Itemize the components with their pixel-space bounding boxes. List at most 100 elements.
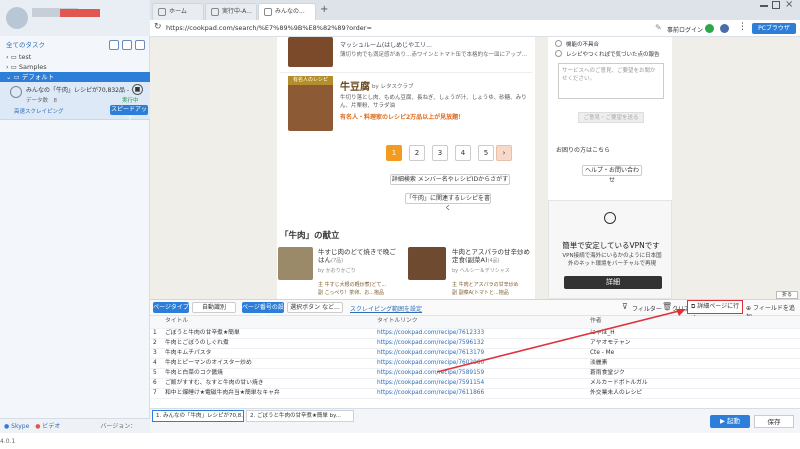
table-row[interactable]: 4 牛肉とピーマンのオイスター炒め https://cookpad.com/reci… — [150, 358, 800, 369]
row-title[interactable]: 牛肉とごぼうのしぐれ煮 — [162, 338, 374, 349]
col-author[interactable]: 作者 — [587, 316, 800, 329]
recipe-title[interactable]: 牛豆腐 — [340, 78, 370, 93]
page-1[interactable]: 1 — [386, 145, 402, 161]
send-feedback-button[interactable]: ご意見・ご要望を送る — [578, 112, 644, 123]
row-link[interactable]: https://cookpad.com/recipe/7596132 — [374, 338, 587, 349]
row-author[interactable]: 外交業未人のレシピ — [587, 388, 800, 399]
task-title[interactable]: みんなの「牛肉」レシピが70,832品 - クッ... — [26, 85, 132, 94]
filter-icon[interactable]: ⊽ — [622, 302, 628, 311]
row-title[interactable]: 牛肉と白菜のコク醤焼 — [162, 368, 374, 379]
row-index[interactable]: 6 — [150, 378, 162, 389]
page-4[interactable]: 4 — [455, 145, 471, 161]
folder-test[interactable]: › ▭ test — [0, 52, 150, 62]
row-link[interactable]: https://cookpad.com/recipe/7602060 — [374, 358, 587, 369]
tab-current[interactable]: みんなの... — [258, 3, 316, 20]
tab-home[interactable]: ホーム — [152, 3, 204, 20]
row-index[interactable]: 5 — [150, 368, 162, 379]
collapse-button[interactable]: 折る — [776, 291, 798, 299]
row-title[interactable]: 牛肉とピーマンのオイスター炒め — [162, 358, 374, 369]
row-link[interactable]: https://cookpad.com/recipe/7613179 — [374, 348, 587, 359]
import-icon[interactable] — [135, 40, 145, 50]
account-plan-badge[interactable] — [60, 9, 100, 17]
row-author[interactable]: 蒼雨食堂ジク — [587, 368, 800, 379]
extension-icon[interactable] — [705, 24, 714, 33]
close-icon[interactable]: × — [785, 0, 793, 10]
new-folder-icon[interactable] — [122, 40, 132, 50]
row-author[interactable]: にゃほ_H — [587, 328, 800, 339]
row-author[interactable]: アヤオモテャン — [587, 338, 800, 349]
page-3[interactable]: 3 — [432, 145, 448, 161]
col-link[interactable]: タイトルリンク — [374, 316, 587, 329]
prelogin-button[interactable]: 事前ログイン — [667, 25, 703, 34]
kondate-item[interactable]: 主 牛肉とアスパラの甘辛炒め — [452, 281, 536, 288]
write-recipe-button[interactable]: 「牛肉」に関連するレシピを書く — [405, 193, 491, 212]
kondate-title[interactable]: 牛肉とアスパラの甘辛炒め定食(副菜A)(4品) — [452, 248, 534, 265]
row-link[interactable]: https://cookpad.com/recipe/7589159 — [374, 368, 587, 379]
row-title[interactable]: 牛肉キムチパスタ — [162, 348, 374, 359]
row-index[interactable]: 2 — [150, 338, 162, 349]
skype-link[interactable]: Skype — [11, 423, 29, 430]
settings-icon[interactable] — [720, 24, 729, 33]
video-link[interactable]: ビデオ — [42, 423, 60, 430]
row-link[interactable]: https://cookpad.com/recipe/7612333 — [374, 328, 587, 339]
page-5[interactable]: 5 — [478, 145, 494, 161]
paging-select[interactable]: 選択ボタン など... — [287, 302, 343, 313]
pc-browser-button[interactable]: PCブラウザ — [752, 23, 796, 34]
speedup-button[interactable]: スピードアップ — [110, 105, 148, 123]
stop-icon[interactable]: ■ — [132, 84, 143, 95]
kondate-author[interactable]: by ヘルシー＆デリシャス — [452, 267, 510, 274]
table-row[interactable]: 7 和中と爆睡け★電磁牛肉弁当★簡単なキャ弁 https://cookpad.com… — [150, 388, 800, 399]
page-type-select[interactable]: 自動識別 — [192, 302, 236, 313]
reload-icon[interactable]: ↻ — [154, 22, 162, 32]
folder-default[interactable]: ⌄ ▭ デフォルト — [0, 72, 150, 82]
table-row[interactable]: 6 ご飯がすすむ、なすと牛肉の甘い焼き https://cookpad.com/re… — [150, 378, 800, 389]
table-row[interactable]: 2 牛肉とごぼうのしぐれ煮 https://cookpad.com/recipe/7… — [150, 338, 800, 349]
video-icon[interactable]: ● — [35, 423, 40, 430]
minimize-icon[interactable] — [760, 5, 768, 7]
next-page-arrow[interactable]: › — [496, 145, 512, 161]
filter-button[interactable]: フィルター — [632, 304, 662, 313]
row-index[interactable]: 7 — [150, 388, 162, 399]
row-author[interactable]: 淡麗素 — [587, 358, 800, 369]
url-input[interactable]: https://cookpad.com/search/%E7%89%9B%E8%… — [166, 22, 656, 35]
detail-search-button[interactable]: 詳細検索 メンバー名やレシピIDからさがす — [390, 174, 510, 185]
step-tab-1[interactable]: 1. みんなの「牛肉」レシピが70,8... — [152, 410, 244, 422]
table-row[interactable]: 3 牛肉キムチパスタ https://cookpad.com/recipe/7613… — [150, 348, 800, 359]
row-link[interactable]: https://cookpad.com/recipe/7611866 — [374, 388, 587, 399]
row-index[interactable]: 1 — [150, 328, 162, 339]
step-tab-2[interactable]: 2. ごぼうと牛肉の甘辛煮★簡単 by... — [246, 410, 354, 422]
kondate-photo[interactable] — [408, 247, 446, 280]
scrape-range-link[interactable]: スクレイピング範囲を設定 — [350, 304, 422, 313]
col-title[interactable]: タイトル — [162, 316, 374, 329]
row-index[interactable]: 4 — [150, 358, 162, 369]
row-link[interactable]: https://cookpad.com/recipe/7591154 — [374, 378, 587, 389]
table-row[interactable]: 5 牛肉と白菜のコク醤焼 https://cookpad.com/recipe/75… — [150, 368, 800, 379]
table-row[interactable]: 1 ごぼうと牛肉の甘辛煮★簡単 https://cookpad.com/recipe… — [150, 328, 800, 339]
kondate-title[interactable]: 牛すじ肉のどて焼きで晩ごはん(7品) — [318, 248, 400, 265]
row-title[interactable]: ご飯がすすむ、なすと牛肉の甘い焼き — [162, 378, 374, 389]
help-button[interactable]: ヘルプ・お問い合わせ — [582, 165, 642, 184]
kondate-item[interactable]: 副 副菜A(トマトと...抱品 — [452, 289, 536, 296]
ad-title[interactable]: 簡単で安定しているVPNです — [555, 240, 667, 251]
edit-icon[interactable]: ✎ — [655, 23, 662, 32]
kondate-item[interactable]: 副 こっぺり！茶卵、お...抱品 — [318, 289, 402, 296]
page-2[interactable]: 2 — [409, 145, 425, 161]
recipe-author[interactable]: by レタスクラブ — [372, 82, 414, 90]
tab-running[interactable]: 実行中-A... — [205, 3, 257, 20]
checkbox[interactable] — [555, 40, 562, 47]
more-icon[interactable]: ⋮ — [738, 22, 747, 32]
folder-samples[interactable]: › ▭ Samples — [0, 62, 150, 72]
kondate-author[interactable]: by かおりかごり — [318, 267, 356, 274]
row-title[interactable]: 和中と爆睡け★電磁牛肉弁当★簡単なキャ弁 — [162, 388, 374, 399]
row-author[interactable]: メルカードボトルガル — [587, 378, 800, 389]
kondate-item[interactable]: 主 牛すじ大根の軽炒煮(どて... — [318, 281, 402, 288]
trash-icon[interactable]: 🗑 — [662, 302, 672, 311]
save-button[interactable]: 保存 — [754, 415, 794, 428]
ad-detail-button[interactable]: 詳細 — [564, 276, 662, 289]
row-title[interactable]: ごぼうと牛肉の甘辛煮★簡単 — [162, 328, 374, 339]
kondate-photo[interactable] — [278, 247, 313, 280]
go-detail-page-button[interactable]: ⧉ 詳細ページに行く — [687, 300, 743, 322]
recipe-promo[interactable]: 有名人・料理家のレシピ2万品以上が見放題！ — [340, 112, 464, 121]
maximize-icon[interactable] — [772, 1, 780, 9]
start-button[interactable]: ▶ 起動 — [710, 415, 750, 428]
